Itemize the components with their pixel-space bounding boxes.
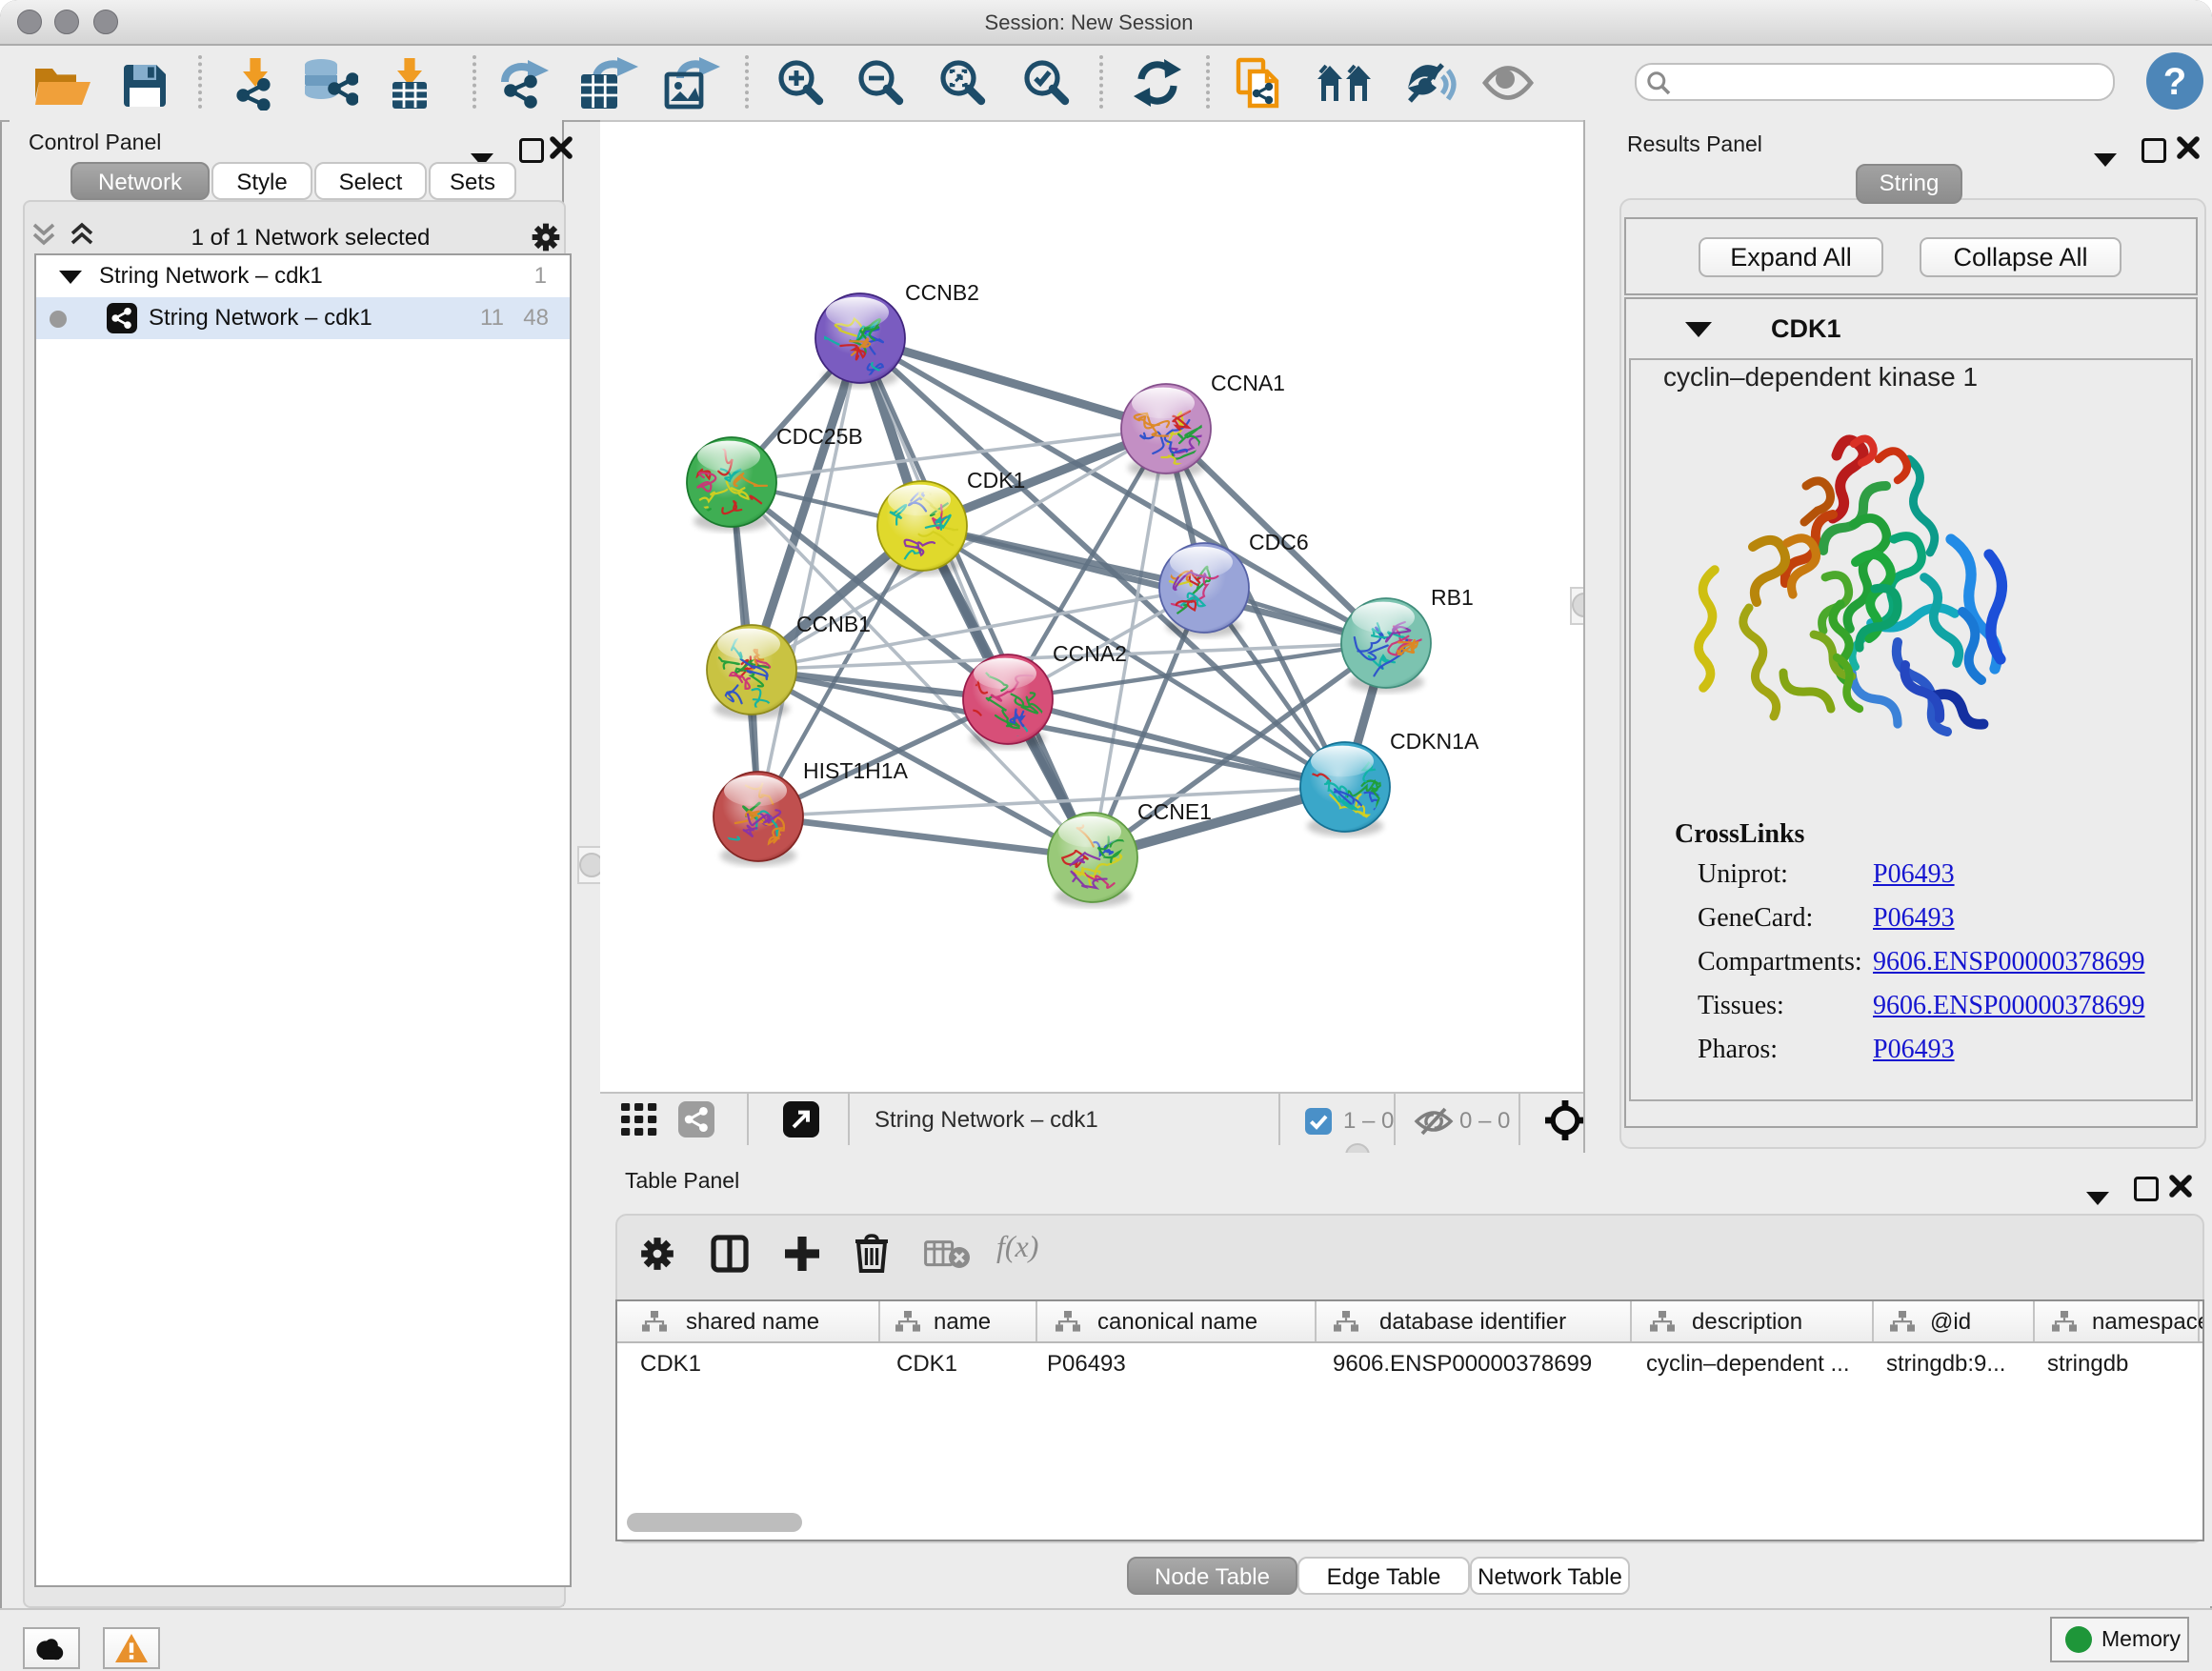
svg-text:CDC6: CDC6 (1249, 530, 1309, 554)
svg-text:HIST1H1A: HIST1H1A (803, 758, 909, 783)
svg-text:CCNB2: CCNB2 (905, 280, 979, 305)
svg-text:RB1: RB1 (1431, 585, 1474, 610)
svg-text:CDC25B: CDC25B (776, 424, 863, 449)
svg-text:CDK1: CDK1 (967, 468, 1025, 493)
svg-text:?: ? (2163, 61, 2186, 103)
svg-text:CCNA1: CCNA1 (1211, 371, 1285, 395)
svg-text:CCNB1: CCNB1 (796, 612, 871, 636)
svg-text:CCNA2: CCNA2 (1053, 641, 1127, 666)
svg-text:CCNE1: CCNE1 (1137, 799, 1212, 824)
svg-text:CDKN1A: CDKN1A (1390, 729, 1479, 754)
